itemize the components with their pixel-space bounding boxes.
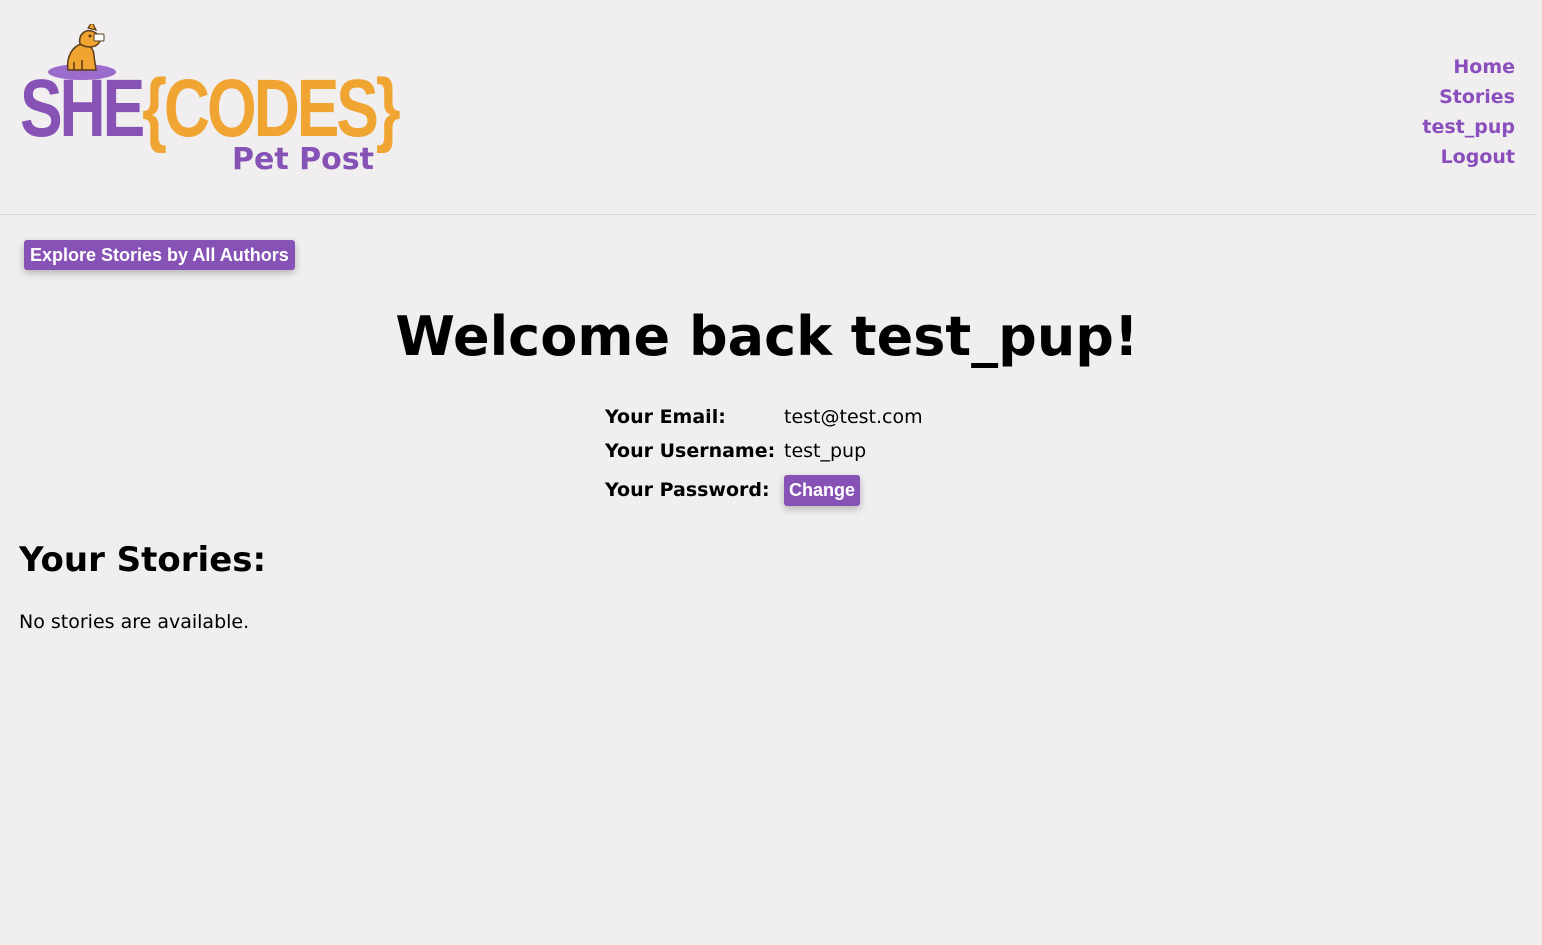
change-password-button[interactable]: Change [784, 474, 861, 506]
nav-stories[interactable]: Stories [1422, 82, 1515, 112]
logo-subtitle: Pet Post [232, 142, 374, 177]
explore-stories-button[interactable]: Explore Stories by All Authors [24, 240, 295, 270]
password-label: Your Password: [605, 479, 770, 501]
password-row: Your Password: Change [605, 468, 923, 512]
email-value: test@test.com [784, 406, 923, 428]
logo-wordmark: SHE{CODES} [20, 68, 401, 150]
header-divider [0, 214, 1535, 215]
username-value: test_pup [784, 440, 867, 462]
logo-she: SHE [20, 63, 145, 154]
logo-codes: {CODES} [142, 63, 401, 154]
main-nav: Home Stories test_pup Logout [1422, 52, 1515, 172]
nav-profile[interactable]: test_pup [1422, 112, 1515, 142]
no-stories-message: No stories are available. [19, 611, 250, 633]
email-row: Your Email: test@test.com [605, 400, 923, 434]
site-logo[interactable]: SHE{CODES} Pet Post [18, 24, 401, 184]
username-row: Your Username: test_pup [605, 434, 923, 468]
username-label: Your Username: [605, 440, 776, 462]
welcome-heading: Welcome back test_pup! [395, 305, 1139, 368]
profile-details: Your Email: test@test.com Your Username:… [605, 400, 923, 512]
stories-heading: Your Stories: [19, 540, 267, 580]
email-label: Your Email: [605, 406, 726, 428]
nav-home[interactable]: Home [1422, 52, 1515, 82]
page: SHE{CODES} Pet Post Home Stories test_pu… [0, 0, 1542, 945]
nav-logout[interactable]: Logout [1422, 142, 1515, 172]
